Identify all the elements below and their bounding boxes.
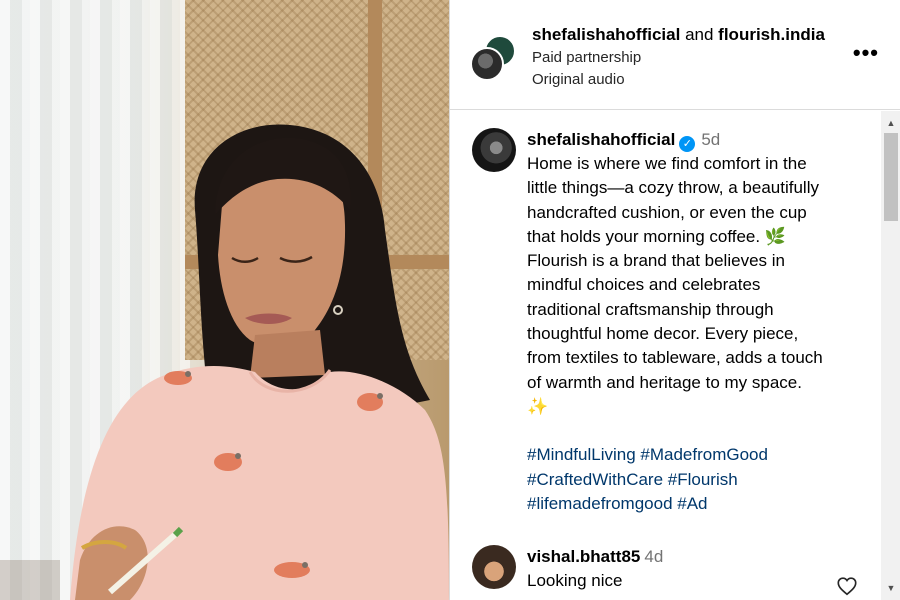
- caption-username-link[interactable]: shefalishahofficial: [527, 130, 675, 149]
- media-person: [0, 124, 449, 600]
- post-details-panel: shefalishahofficial and flourish.india P…: [449, 0, 900, 600]
- caption-header: shefalishahofficial ✓ 5d: [527, 128, 867, 152]
- author-username-link[interactable]: shefalishahofficial: [532, 25, 680, 44]
- comments-scrollbar[interactable]: ▲ ▼: [881, 111, 900, 600]
- caption-line: from textiles to tableware, adds a touch: [527, 348, 823, 368]
- comment-header: vishal.bhatt85 4d: [527, 545, 663, 569]
- comment-text: Looking nice: [527, 571, 623, 590]
- more-options-icon[interactable]: •••: [853, 42, 879, 64]
- hashtag-line[interactable]: #lifemadefromgood #Ad: [527, 492, 867, 516]
- caption-line: that holds your morning coffee. 🌿: [527, 226, 786, 246]
- comment-item: vishal.bhatt85 4d Looking nice: [472, 545, 872, 600]
- caption-line: handcrafted cushion, or even the cup: [527, 202, 807, 222]
- caption-line: of warmth and heritage to my space.: [527, 372, 802, 392]
- caption-body: shefalishahofficial ✓ 5d Home is where we …: [527, 128, 867, 516]
- caption-line: Flourish is a brand that believes in: [527, 251, 785, 271]
- caption-hashtags: #MindfulLiving #MadefromGood #CraftedWit…: [527, 443, 867, 516]
- heart-outline-icon[interactable]: [836, 575, 858, 597]
- post-media[interactable]: [0, 0, 449, 600]
- caption-line: little things—a cozy throw, a beautifull…: [527, 178, 819, 198]
- caption-author-avatar[interactable]: [472, 128, 516, 172]
- post-header: shefalishahofficial and flourish.india P…: [450, 3, 900, 110]
- caption-line: ✨: [527, 396, 549, 416]
- collab-avatars[interactable]: [470, 35, 520, 85]
- comment-timestamp[interactable]: 4d: [644, 547, 663, 566]
- commenter-avatar[interactable]: [472, 545, 516, 589]
- hashtag-line[interactable]: #MindfulLiving #MadefromGood: [527, 443, 867, 467]
- author-avatar[interactable]: [470, 47, 504, 81]
- commenter-username-link[interactable]: vishal.bhatt85: [527, 547, 640, 566]
- verified-badge-icon: ✓: [679, 136, 696, 152]
- caption-timestamp[interactable]: 5d: [701, 130, 720, 149]
- caption-line: thoughtful home decor. Every piece,: [527, 324, 799, 344]
- scroll-up-icon[interactable]: ▲: [881, 113, 900, 133]
- comment-body: vishal.bhatt85 4d Looking nice: [527, 545, 663, 593]
- header-text: shefalishahofficial and flourish.india P…: [532, 23, 825, 91]
- hashtag-line[interactable]: #CraftedWithCare #Flourish: [527, 468, 867, 492]
- comments-area[interactable]: shefalishahofficial ✓ 5d Home is where we …: [450, 111, 881, 600]
- caption-text: Home is where we find comfort in the lit…: [527, 152, 867, 419]
- collab-title: shefalishahofficial and flourish.india: [532, 23, 825, 47]
- scrollbar-thumb[interactable]: [884, 133, 898, 221]
- collab-conjunction: and: [685, 25, 714, 44]
- original-audio-link[interactable]: Original audio: [532, 69, 825, 91]
- paid-partnership-label[interactable]: Paid partnership: [532, 47, 825, 69]
- partner-username-link[interactable]: flourish.india: [718, 25, 825, 44]
- caption-line: mindful choices and celebrates: [527, 275, 761, 295]
- caption-line: traditional craftsmanship through: [527, 299, 774, 319]
- caption-line: Home is where we find comfort in the: [527, 154, 807, 173]
- scroll-down-icon[interactable]: ▼: [881, 578, 900, 598]
